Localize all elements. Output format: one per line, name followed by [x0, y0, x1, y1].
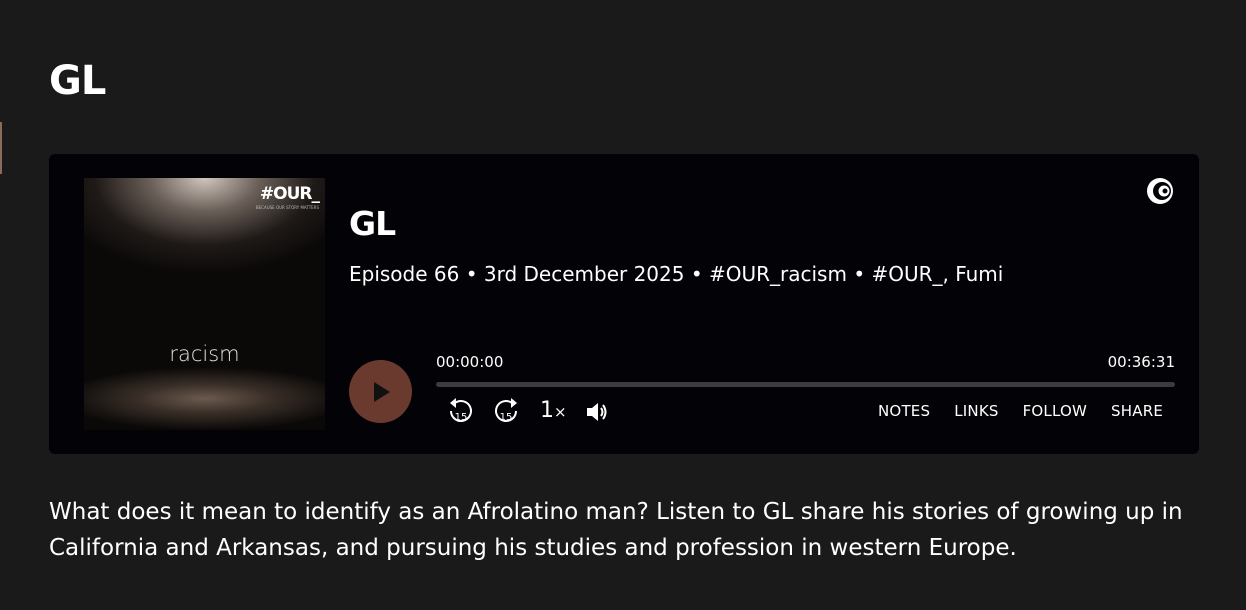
episode-meta: Episode 66 • 3rd December 2025 • #OUR_ra… — [349, 262, 1004, 286]
cover-brand-text: #OUR_ — [259, 184, 320, 204]
progress-bar[interactable] — [436, 382, 1175, 387]
play-icon — [373, 381, 390, 402]
playback-speed-button[interactable]: 1× — [540, 398, 567, 423]
episode-cover-art: #OUR_ BECAUSE OUR STORY MATTERS racism — [84, 178, 325, 430]
page: GL #OUR_ BECAUSE OUR STORY MATTERS racis… — [0, 0, 1246, 610]
page-title: GL — [49, 58, 106, 104]
rewind-label: 15 — [455, 412, 468, 423]
cover-floor — [84, 360, 325, 430]
notes-link[interactable]: NOTES — [878, 402, 930, 420]
cover-word: racism — [169, 342, 240, 366]
podcast-player: #OUR_ BECAUSE OUR STORY MATTERS racism G… — [49, 154, 1199, 454]
episode-description: What does it mean to identify as an Afro… — [49, 499, 1183, 561]
forward-15-icon[interactable]: 15 — [493, 397, 521, 427]
share-link[interactable]: SHARE — [1111, 402, 1163, 420]
follow-link[interactable]: FOLLOW — [1023, 402, 1087, 420]
forward-label: 15 — [500, 412, 513, 423]
links-link[interactable]: LINKS — [954, 402, 998, 420]
player-links: NOTES LINKS FOLLOW SHARE — [878, 402, 1163, 420]
play-button[interactable] — [349, 360, 412, 423]
rewind-15-icon[interactable]: 15 — [446, 397, 474, 427]
time-total: 00:36:31 — [1107, 353, 1175, 371]
cover-brand: #OUR_ BECAUSE OUR STORY MATTERS — [255, 184, 320, 210]
volume-icon[interactable] — [585, 401, 609, 423]
speed-value: 1 — [540, 398, 554, 423]
podcast-logo-icon[interactable] — [1145, 176, 1175, 206]
speed-suffix: × — [554, 403, 567, 421]
edge-accent — [0, 122, 2, 174]
cover-brand-sub: BECAUSE OUR STORY MATTERS — [255, 205, 319, 210]
time-current: 00:00:00 — [436, 353, 504, 371]
episode-title: GL — [349, 204, 396, 243]
